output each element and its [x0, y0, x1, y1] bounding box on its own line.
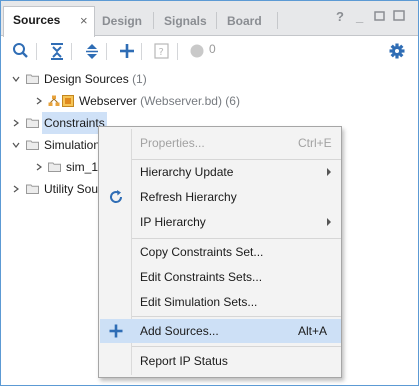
menu-item-report-ip-status[interactable]: Report IP Status — [100, 349, 341, 373]
folder-icon — [26, 184, 39, 194]
chevron-down-icon[interactable] — [12, 141, 20, 149]
tree-count: (1) — [132, 72, 147, 86]
status-count: 0 — [209, 42, 216, 56]
toolbar-divider — [36, 43, 37, 60]
menu-item-label: Edit Constraints Sets... — [140, 270, 263, 284]
refresh-icon — [110, 190, 123, 203]
add-icon — [109, 324, 123, 338]
menu-item-label: IP Hierarchy — [140, 215, 206, 229]
block-design-icon — [48, 95, 60, 106]
menu-item-refresh-hierarchy[interactable]: Refresh Hierarchy — [100, 185, 341, 209]
toolbar-divider — [141, 43, 142, 60]
tab-bar: Sources × Design Signals Board ? _ — [1, 1, 418, 37]
menu-separator — [132, 316, 341, 317]
toolbar-divider — [106, 43, 107, 60]
menu-item-label: Hierarchy Update — [140, 165, 234, 179]
tab-divider — [216, 12, 217, 29]
tree-row-webserver[interactable]: Webserver (Webserver.bd) (6) — [1, 90, 301, 112]
tree-label: sim_1 — [66, 160, 99, 174]
tree-detail: (Webserver.bd) (6) — [140, 94, 240, 108]
tab-sources[interactable]: Sources × — [3, 6, 95, 37]
tab-board[interactable]: Board — [218, 8, 262, 36]
status-dot-icon — [188, 41, 206, 61]
menu-item-label: Edit Simulation Sets... — [140, 295, 258, 309]
minimize-icon[interactable]: _ — [356, 9, 363, 29]
chevron-right-icon[interactable] — [35, 97, 43, 105]
restore-icon[interactable] — [374, 9, 386, 29]
toolbar-divider — [177, 43, 178, 60]
tab-divider — [277, 12, 278, 29]
menu-item-shortcut: Ctrl+E — [298, 136, 332, 150]
tab-divider — [153, 12, 154, 29]
tree-row-utility-sources[interactable]: Utility Sou — [1, 178, 101, 200]
menu-item-label: Add Sources... — [140, 324, 219, 338]
toolbar-divider — [71, 43, 72, 60]
tree-row-design-sources[interactable]: Design Sources (1) — [1, 68, 301, 90]
gear-icon[interactable] — [388, 41, 406, 61]
folder-icon — [48, 162, 61, 172]
chevron-down-icon[interactable] — [12, 75, 20, 83]
folder-icon — [26, 74, 39, 84]
context-menu: Properties... Ctrl+E Hierarchy Update Re… — [98, 126, 342, 378]
menu-item-add-sources[interactable]: Add Sources... Alt+A — [100, 319, 341, 343]
menu-item-properties[interactable]: Properties... Ctrl+E — [100, 131, 341, 155]
expand-all-icon[interactable] — [83, 41, 101, 61]
menu-item-ip-hierarchy[interactable]: IP Hierarchy — [100, 210, 341, 234]
add-icon[interactable] — [118, 41, 136, 61]
folder-icon — [26, 118, 39, 128]
maximize-icon[interactable] — [393, 9, 405, 29]
collapse-all-icon[interactable] — [48, 41, 66, 61]
chevron-right-icon[interactable] — [12, 119, 20, 127]
tree-row-simulation[interactable]: Simulation — [1, 134, 101, 156]
folder-icon — [26, 140, 39, 150]
tree-row-sim-1[interactable]: sim_1 — [1, 156, 101, 178]
menu-item-label: Report IP Status — [140, 354, 228, 368]
ip-block-icon — [62, 95, 74, 107]
submenu-arrow-icon — [327, 168, 331, 176]
chevron-right-icon[interactable] — [35, 163, 43, 171]
chevron-right-icon[interactable] — [12, 185, 20, 193]
menu-item-label: Copy Constraints Set... — [140, 245, 264, 259]
menu-separator — [132, 346, 341, 347]
search-icon[interactable] — [12, 41, 30, 61]
properties-icon[interactable]: ? — [153, 41, 171, 61]
submenu-arrow-icon — [327, 218, 331, 226]
menu-item-label: Properties... — [140, 136, 205, 150]
tree-label: Utility Sou — [44, 182, 99, 196]
help-icon[interactable]: ? — [336, 9, 344, 29]
tree-label: Constraints — [42, 112, 107, 134]
menu-item-edit-simulation-sets[interactable]: Edit Simulation Sets... — [100, 290, 341, 314]
menu-item-hierarchy-update[interactable]: Hierarchy Update — [100, 160, 341, 184]
tab-sources-label: Sources — [13, 13, 61, 27]
tab-signals[interactable]: Signals — [155, 8, 207, 36]
tab-design[interactable]: Design — [93, 8, 142, 36]
tree-label: Simulation — [44, 138, 101, 152]
tree-label: Webserver (Webserver.bd) (6) — [79, 94, 240, 108]
menu-item-shortcut: Alt+A — [298, 324, 328, 338]
toolbar: ? 0 — [1, 37, 418, 65]
menu-separator — [132, 238, 341, 239]
tree-label: Design Sources (1) — [44, 72, 147, 86]
menu-item-label: Refresh Hierarchy — [140, 190, 237, 204]
close-tab-icon[interactable]: × — [80, 7, 88, 34]
svg-text:?: ? — [159, 47, 164, 58]
menu-item-copy-constraints-set[interactable]: Copy Constraints Set... — [100, 240, 341, 264]
menu-item-edit-constraints-sets[interactable]: Edit Constraints Sets... — [100, 265, 341, 289]
